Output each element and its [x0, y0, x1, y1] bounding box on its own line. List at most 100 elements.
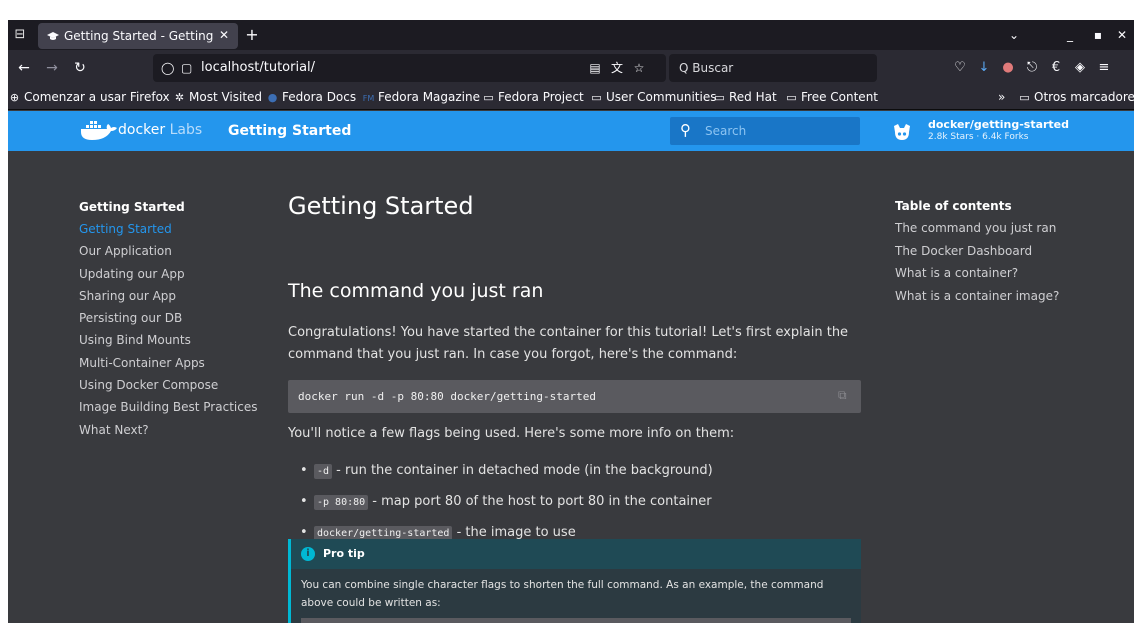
account-icon[interactable]: ● [998, 58, 1018, 78]
site-search-input[interactable]: ⚲ Search [670, 117, 860, 145]
forward-icon[interactable]: → [42, 58, 62, 78]
share-icon[interactable]: ⎋ [1022, 58, 1042, 78]
toc-item-container[interactable]: What is a container? [895, 262, 1125, 285]
bookmarks-overflow-button[interactable]: » [998, 90, 1005, 106]
bookmark-other[interactable]: ▭ Otros marcadores [1018, 90, 1134, 106]
folder-icon: ▭ [714, 91, 725, 104]
nav-item-sharing-our-app[interactable]: Sharing our App [79, 285, 269, 307]
bookmark-most-visited[interactable]: ✲ Most Visited [173, 90, 262, 106]
nav-item-using-docker-compose[interactable]: Using Docker Compose [79, 374, 269, 396]
screen: ⊟ Getting Started - Getting ✕ + ⌄ _ ▪ ✕ … [0, 0, 1134, 623]
pro-tip-body: You can combine single character flags t… [301, 579, 824, 609]
nav-item-using-bind-mounts[interactable]: Using Bind Mounts [79, 329, 269, 351]
bookmark-free-content[interactable]: ▭ Free Content [785, 90, 878, 106]
shield-icon[interactable]: ◯ [161, 61, 175, 75]
url-bar[interactable]: ◯ ▢ localhost/tutorial/ ▤ 文 ☆ [153, 54, 666, 82]
search-bar[interactable]: Q Buscar [669, 54, 877, 82]
flag-description: - map port 80 of the host to port 80 in … [368, 494, 712, 509]
intro-paragraph: Congratulations! You have started the co… [288, 325, 849, 362]
nav-item-what-next[interactable]: What Next? [79, 419, 269, 441]
search-icon: ⚲ [680, 121, 691, 139]
info-icon: i [301, 547, 315, 561]
menu-icon[interactable]: ≡ [1094, 58, 1114, 78]
command-code-block: docker run -d -p 80:80 docker/getting-st… [288, 380, 861, 413]
github-icon[interactable] [892, 122, 912, 142]
reader-view-icon[interactable]: ▤ [587, 60, 603, 76]
flag-code: -d [314, 464, 333, 479]
fedora-icon: ● [267, 91, 278, 104]
logo-docker-text: docker [118, 122, 166, 138]
bookmark-label: Free Content [801, 90, 879, 104]
page-icon[interactable]: ▢ [181, 61, 195, 75]
extension-icon[interactable]: € [1046, 58, 1066, 78]
tab-title: Getting Started - Getting [64, 29, 214, 43]
flag-description: - the image to use [452, 525, 576, 540]
minimize-icon[interactable]: _ [1060, 26, 1080, 44]
bookmark-fedora-project[interactable]: ▭ Fedora Project [482, 90, 584, 106]
flags-intro: You'll notice a few flags being used. He… [288, 426, 735, 441]
folder-icon: ▭ [591, 91, 602, 104]
pocket-icon[interactable]: ♡ [950, 58, 970, 78]
nav-item-getting-started[interactable]: Getting Started [79, 218, 269, 240]
site-title[interactable]: Getting Started [228, 123, 351, 139]
bookmark-label: Most Visited [189, 90, 263, 104]
nav-item-our-application[interactable]: Our Application [79, 240, 269, 262]
list-item: • -d - run the container in detached mode… [300, 463, 713, 479]
copy-icon[interactable]: ⧉ [838, 388, 852, 402]
tab-list-icon[interactable]: ⊟ [10, 25, 30, 45]
nav-item-image-building-best-practices[interactable]: Image Building Best Practices [79, 396, 269, 418]
site-logo[interactable]: docker Labs [118, 122, 202, 138]
bookmark-label: Fedora Project [498, 90, 584, 104]
bookmark-fedora-magazine[interactable]: FM Fedora Magazine [362, 90, 480, 106]
close-window-icon[interactable]: ✕ [1112, 26, 1132, 44]
translate-icon[interactable]: 文 [609, 60, 625, 76]
folder-icon: ▭ [1019, 91, 1030, 104]
toc-item-dashboard[interactable]: The Docker Dashboard [895, 240, 1125, 263]
pro-tip-callout: i Pro tip You can combine single charact… [288, 539, 861, 623]
flag-description: - run the container in detached mode (in… [332, 463, 713, 478]
bookmark-label: User Communities [606, 90, 717, 104]
navigation-toolbar: ← → ↻ ◯ ▢ localhost/tutorial/ ▤ 文 ☆ Q Bu… [8, 50, 1134, 86]
bookmark-label: Red Hat [729, 90, 777, 104]
toc-heading: Table of contents [895, 199, 1012, 213]
repo-name[interactable]: docker/getting-started [928, 118, 1069, 131]
fm-icon: FM [362, 94, 375, 103]
flag-code: -p 80:80 [314, 495, 369, 510]
url-text[interactable]: localhost/tutorial/ [201, 60, 315, 75]
close-tab-icon[interactable]: ✕ [216, 27, 232, 43]
bookmark-user-communities[interactable]: ▭ User Communities [590, 90, 716, 106]
bookmark-star-icon[interactable]: ☆ [631, 60, 647, 76]
reload-icon[interactable]: ↻ [70, 58, 90, 78]
nav-item-persisting-our-db[interactable]: Persisting our DB [79, 307, 269, 329]
section-heading: The command you just ran [288, 280, 544, 302]
logo-labs-text: Labs [169, 122, 203, 138]
page-content: Getting Started Getting Started Our Appl… [8, 151, 1134, 623]
browser-window: ⊟ Getting Started - Getting ✕ + ⌄ _ ▪ ✕ … [8, 20, 1134, 623]
bookmark-label: Otros marcadores [1034, 90, 1134, 104]
maximize-icon[interactable]: ▪ [1088, 26, 1108, 44]
container-icon[interactable]: ◈ [1070, 58, 1090, 78]
bookmark-red-hat[interactable]: ▭ Red Hat [713, 90, 777, 106]
bookmark-comenzar[interactable]: ⊕ Comenzar a usar Firefox [8, 90, 170, 106]
bookmark-label: Comenzar a usar Firefox [24, 90, 170, 104]
site-search-placeholder: Search [705, 124, 747, 138]
list-item: • -p 80:80 - map port 80 of the host to p… [300, 494, 712, 510]
tab-getting-started[interactable]: Getting Started - Getting ✕ [38, 23, 238, 49]
nav-item-updating-our-app[interactable]: Updating our App [79, 263, 269, 285]
pro-tip-title: Pro tip [323, 547, 365, 560]
page-title: Getting Started [288, 192, 474, 220]
bookmark-label: Fedora Docs [282, 90, 357, 104]
bookmark-fedora-docs[interactable]: ● Fedora Docs [266, 90, 356, 106]
chevron-down-icon[interactable]: ⌄ [1004, 26, 1024, 44]
toc-item-container-image[interactable]: What is a container image? [895, 285, 1125, 308]
new-tab-icon[interactable]: + [242, 25, 262, 45]
gear-icon: ✲ [174, 91, 185, 104]
toc-item-command[interactable]: The command you just ran [895, 217, 1125, 240]
back-icon[interactable]: ← [14, 58, 34, 78]
nav-item-multi-container-apps[interactable]: Multi-Container Apps [79, 352, 269, 374]
docker-whale-icon[interactable] [80, 120, 118, 142]
tab-strip: ⊟ Getting Started - Getting ✕ + ⌄ _ ▪ ✕ [8, 20, 1134, 50]
nav-heading: Getting Started [79, 200, 185, 214]
search-placeholder: Q Buscar [679, 61, 734, 75]
download-icon[interactable]: ↓ [974, 58, 994, 78]
